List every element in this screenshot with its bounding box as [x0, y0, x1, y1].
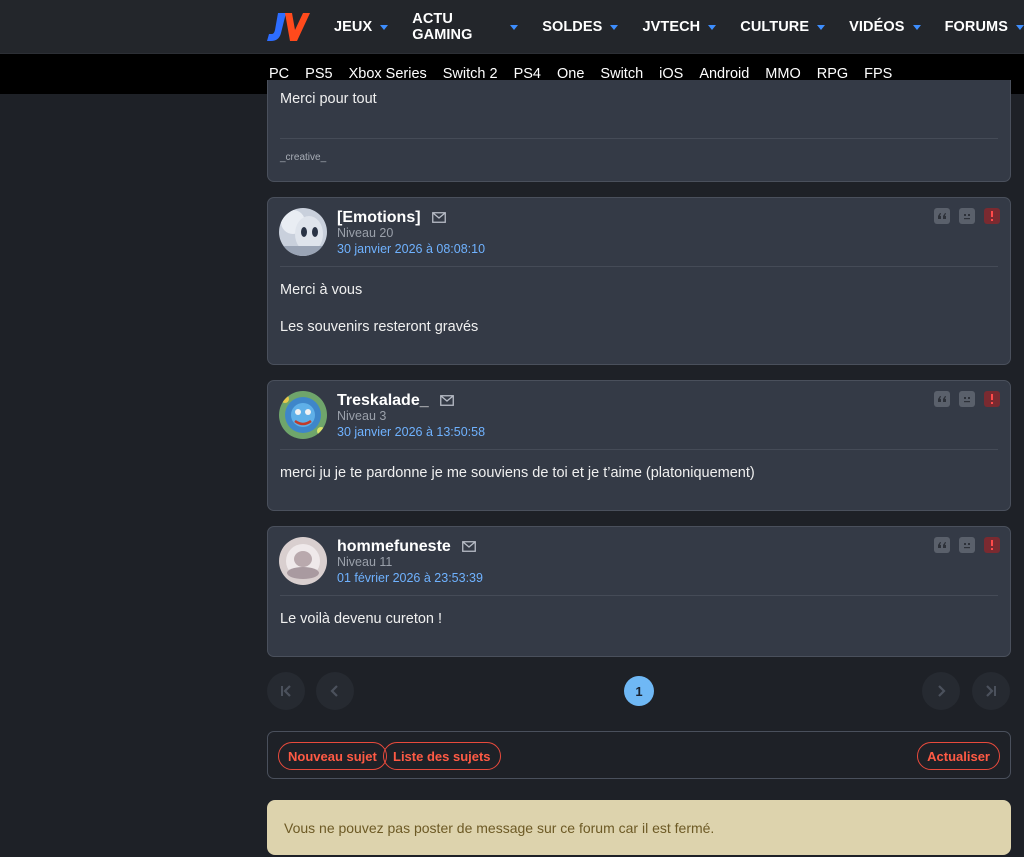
nav-jeux[interactable]: JEUX [334, 19, 389, 35]
nav-videos[interactable]: VIDÉOS [849, 19, 921, 35]
last-page-button[interactable] [972, 672, 1010, 710]
main-nav: JEUX ACTU GAMING SOLDES JVTECH CULTURE V… [334, 0, 1024, 54]
chevron-down-icon [817, 24, 826, 30]
jv-logo[interactable] [266, 11, 310, 43]
forum-post: Treskalade_ Niveau 3 30 janvier 2026 à 1… [267, 380, 1011, 511]
post-body-line: Le voilà devenu cureton ! [280, 611, 443, 627]
report-icon[interactable] [984, 537, 1000, 553]
blacklist-icon[interactable] [959, 391, 975, 407]
chevron-down-icon [912, 24, 921, 30]
post-author[interactable]: Treskalade_ [337, 391, 454, 411]
avatar[interactable] [279, 391, 327, 439]
post-divider [280, 595, 998, 596]
post-actions [925, 537, 1000, 553]
post-date[interactable]: 30 janvier 2026 à 08:08:10 [337, 242, 485, 256]
quote-icon[interactable] [934, 391, 950, 407]
post-body-line: Les souvenirs resteront gravés [280, 319, 479, 335]
signature-divider [280, 138, 998, 139]
topic-actions-bar: Nouveau sujet Liste des sujets Actualise… [267, 731, 1011, 779]
mail-icon[interactable] [461, 539, 476, 557]
forum-post-partial: Merci pour tout _creative_ [267, 80, 1011, 182]
previous-page-button[interactable] [316, 672, 354, 710]
last-page-icon [986, 685, 996, 697]
new-topic-button[interactable]: Nouveau sujet [278, 742, 387, 770]
first-page-button[interactable] [267, 672, 305, 710]
quote-icon[interactable] [934, 208, 950, 224]
post-signature: _creative_ [280, 152, 327, 163]
post-actions [925, 391, 1000, 407]
topic-list-button[interactable]: Liste des sujets [383, 742, 501, 770]
notice-text: Vous ne pouvez pas poster de message sur… [284, 820, 715, 836]
blacklist-icon[interactable] [959, 537, 975, 553]
post-divider [280, 449, 998, 450]
quote-icon[interactable] [934, 537, 950, 553]
nav-soldes[interactable]: SOLDES [542, 19, 619, 35]
page-number-current[interactable]: 1 [624, 676, 654, 706]
author-name[interactable]: [Emotions] [337, 209, 421, 227]
chevron-down-icon [708, 24, 717, 30]
chevron-down-icon [380, 24, 389, 30]
chevron-down-icon [510, 24, 519, 30]
mail-icon[interactable] [431, 210, 446, 228]
post-actions [925, 208, 1000, 224]
nav-forums[interactable]: FORUMS [945, 19, 1024, 35]
post-divider [280, 266, 998, 267]
nav-jvtech[interactable]: JVTECH [642, 19, 717, 35]
blacklist-icon[interactable] [959, 208, 975, 224]
post-author[interactable]: [Emotions] [337, 208, 446, 228]
chevron-down-icon [610, 24, 619, 30]
author-level: Niveau 11 [337, 555, 393, 569]
mail-icon[interactable] [439, 393, 454, 411]
post-body-line: Merci à vous [280, 282, 363, 298]
post-body-line: merci ju je te pardonne je me souviens d… [280, 465, 755, 481]
forum-post: [Emotions] Niveau 20 30 janvier 2026 à 0… [267, 197, 1011, 365]
forum-post: hommefuneste Niveau 11 01 février 2026 à… [267, 526, 1011, 657]
post-author[interactable]: hommefuneste [337, 537, 476, 557]
refresh-button[interactable]: Actualiser [917, 742, 1000, 770]
nav-actu-gaming[interactable]: ACTU GAMING [412, 11, 519, 43]
post-date[interactable]: 30 janvier 2026 à 13:50:58 [337, 425, 485, 439]
author-level: Niveau 20 [337, 226, 394, 240]
top-navbar: JEUX ACTU GAMING SOLDES JVTECH CULTURE V… [0, 0, 1024, 54]
author-name[interactable]: Treskalade_ [337, 392, 429, 410]
nav-culture[interactable]: CULTURE [740, 19, 826, 35]
author-level: Niveau 3 [337, 409, 387, 423]
next-page-button[interactable] [922, 672, 960, 710]
forum-closed-notice: Vous ne pouvez pas poster de message sur… [267, 800, 1011, 855]
report-icon[interactable] [984, 208, 1000, 224]
post-date[interactable]: 01 février 2026 à 23:53:39 [337, 571, 483, 585]
report-icon[interactable] [984, 391, 1000, 407]
chevron-left-icon [330, 685, 338, 697]
chevron-down-icon [1016, 24, 1024, 30]
author-name[interactable]: hommefuneste [337, 538, 451, 556]
avatar[interactable] [279, 208, 327, 256]
avatar[interactable] [279, 537, 327, 585]
chevron-right-icon [938, 685, 946, 697]
first-page-icon [281, 685, 291, 697]
post-body-line: Merci pour tout [280, 91, 377, 107]
